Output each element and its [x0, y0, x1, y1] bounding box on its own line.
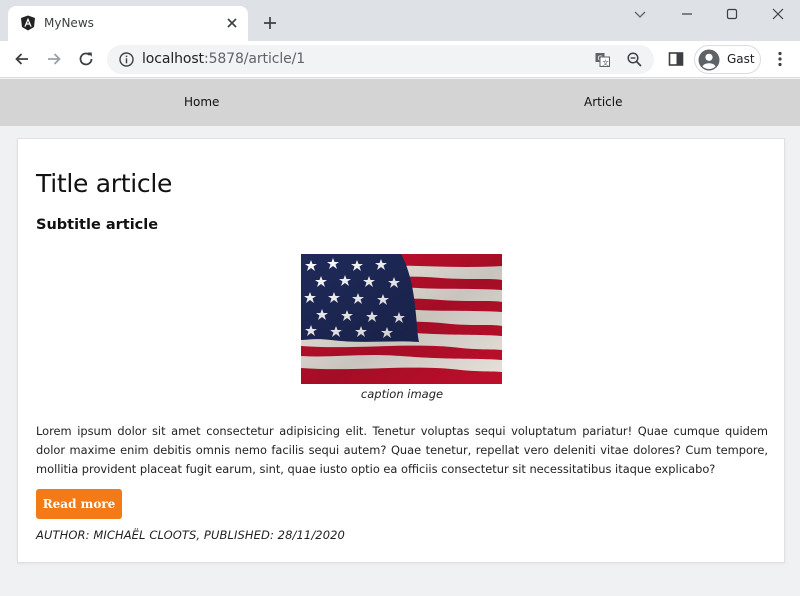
svg-text:文: 文 — [602, 58, 609, 67]
tab-title: MyNews — [44, 16, 94, 30]
angular-logo-icon — [21, 15, 35, 31]
article-meta: AUTHOR: MICHAËL CLOOTS, PUBLISHED: 28/11… — [36, 528, 345, 542]
forward-arrow-icon[interactable] — [45, 50, 63, 68]
close-window-icon[interactable] — [770, 6, 786, 22]
url-host: localhost — [142, 51, 204, 67]
article-image — [301, 254, 502, 384]
article-card: Title article Subtitle article caption i… — [17, 138, 785, 563]
zoom-out-icon[interactable] — [626, 51, 643, 68]
article-title: Title article — [36, 169, 173, 198]
tab-search-chevron-icon[interactable] — [632, 6, 648, 22]
url-text: localhost:5878/article/1 — [142, 51, 305, 67]
article-body: Lorem ipsum dolor sit amet consectetur a… — [36, 424, 768, 476]
side-panel-icon[interactable] — [667, 50, 685, 68]
reload-icon[interactable] — [77, 50, 95, 68]
site-navbar: Home Article — [0, 79, 800, 126]
url-path: :5878/article/1 — [203, 51, 306, 67]
tab-strip: MyNews — [0, 0, 800, 41]
close-icon[interactable] — [224, 15, 240, 31]
image-caption: caption image — [360, 387, 444, 401]
address-bar[interactable]: localhost:5878/article/1 G 文 — [107, 45, 654, 74]
browser-tab[interactable]: MyNews — [8, 6, 248, 41]
info-icon[interactable] — [118, 51, 135, 68]
web-page: Home Article Title article Subtitle arti… — [0, 79, 800, 596]
read-more-button[interactable]: Read more — [36, 489, 122, 519]
translate-icon[interactable]: G 文 — [594, 51, 611, 68]
new-tab-plus-icon[interactable] — [262, 15, 278, 31]
nav-link-article[interactable]: Article — [584, 95, 623, 109]
browser-toolbar: localhost:5878/article/1 G 文 Gast — [0, 41, 800, 78]
menu-kebab-icon[interactable] — [771, 50, 789, 68]
article-subtitle: Subtitle article — [36, 217, 159, 233]
avatar-icon — [698, 49, 720, 71]
back-arrow-icon[interactable] — [13, 50, 31, 68]
minimize-icon[interactable] — [679, 6, 695, 22]
profile-name: Gast — [727, 52, 755, 66]
nav-link-home[interactable]: Home — [184, 95, 219, 109]
profile-button[interactable]: Gast — [694, 45, 761, 74]
maximize-icon[interactable] — [724, 6, 740, 22]
